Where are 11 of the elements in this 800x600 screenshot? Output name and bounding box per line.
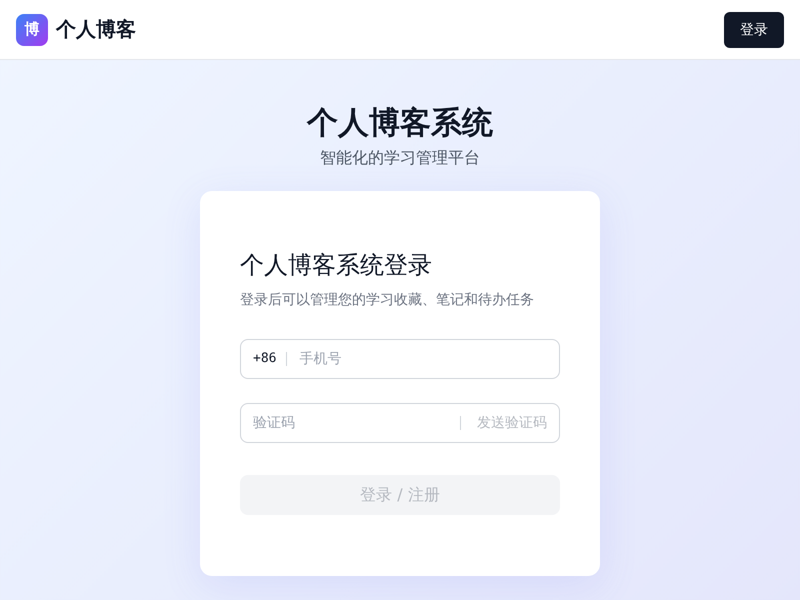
login-button[interactable]: 登录 [724,12,784,48]
logo-icon: 博 [16,14,48,46]
card-description: 登录后可以管理您的学习收藏、笔记和待办任务 [240,291,535,309]
page-title: 个人博客系统 [307,104,493,143]
page-subtitle: 智能化的学习管理平台 [320,148,480,169]
brand-name: 个人博客 [56,16,136,43]
code-input[interactable]: 验证码 [253,415,460,431]
phone-field[interactable]: +86 手机号 [240,339,560,379]
phone-input[interactable]: 手机号 [299,351,547,367]
card-title: 个人博客系统登录 [240,250,433,281]
country-code: +86 [253,352,288,366]
